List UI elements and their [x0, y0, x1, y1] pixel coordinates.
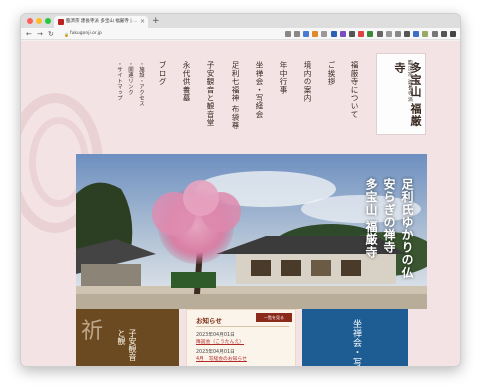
nav-eitai-kuyo[interactable]: 永代供養墓	[181, 61, 192, 102]
news-title: お知らせ	[196, 317, 222, 325]
news-divider	[196, 326, 289, 327]
news-date-2: 2023年04月01日	[196, 350, 235, 355]
back-arrow-icon[interactable]: ←	[26, 29, 32, 39]
subnav-sitemap[interactable]: ・サイトマップ	[115, 61, 123, 101]
kannon-card-char: 祈	[81, 319, 104, 344]
news-link-1[interactable]: 降誕会（こうたんえ）	[196, 338, 244, 345]
tab-bar: 臨済宗 建長寺派 多宝山 福厳寺 | ... × +	[21, 14, 460, 28]
lock-icon: 🔒	[64, 32, 69, 37]
extension-icon[interactable]	[330, 31, 337, 37]
extension-icon[interactable]	[321, 31, 328, 37]
extension-icon[interactable]	[440, 31, 447, 37]
nav-blog[interactable]: ブログ	[157, 61, 168, 86]
nav-events[interactable]: 年中行事	[278, 61, 289, 94]
extension-icon[interactable]	[413, 31, 420, 37]
nav-shichifukujin[interactable]: 足利七福神 布袋尊	[230, 61, 241, 130]
zazen-card-title: 坐禅会・写	[351, 319, 361, 367]
logo-name: 多宝山 福厳寺	[393, 62, 422, 127]
forward-arrow-icon[interactable]: →	[37, 29, 43, 39]
nav-koyasu-kannon[interactable]: 子安観音と観音堂	[205, 61, 216, 127]
new-tab-button[interactable]: +	[152, 15, 160, 27]
reload-icon[interactable]: ↻	[48, 29, 54, 39]
kannon-card-title: 子安観音と観	[117, 329, 137, 361]
extension-icon[interactable]	[339, 31, 346, 37]
hero-caption-line-1: 足利氏ゆかりの仏	[400, 178, 414, 279]
extension-icon[interactable]	[303, 31, 309, 37]
hero-image: 足利氏ゆかりの仏 安らぎの禅寺 多宝山 福厳寺	[76, 154, 427, 309]
hero-caption-line-2: 安らぎの禅寺	[382, 178, 396, 254]
extension-icons	[284, 30, 456, 38]
hero-caption-line-3: 多宝山 福厳寺	[364, 178, 378, 259]
address-bar[interactable]: 🔒 fukugonji.or.jp	[63, 30, 213, 38]
extension-icon[interactable]	[293, 31, 300, 37]
maximize-window-button[interactable]	[45, 18, 51, 24]
site-favicon-icon	[58, 19, 64, 25]
minimize-window-button[interactable]	[36, 18, 42, 24]
subnav-links[interactable]: ・関連リンク	[126, 61, 134, 95]
extension-icon[interactable]	[431, 31, 438, 37]
tab-close-icon[interactable]: ×	[140, 16, 145, 28]
news-more-button[interactable]: 一覧を見る	[256, 313, 292, 322]
extension-icon[interactable]	[348, 31, 355, 37]
nav-zazen[interactable]: 坐禅会・写経会	[254, 61, 265, 118]
extension-icon[interactable]	[284, 31, 291, 37]
nav-about[interactable]: 福厳寺について	[349, 61, 360, 118]
tab-title: 臨済宗 建長寺派 多宝山 福厳寺 | ...	[66, 19, 138, 24]
kannon-card[interactable]: 祈 子安観音と観	[76, 309, 179, 366]
web-page: 臨済宗 建長寺派 多宝山 福厳寺 福厳寺について ご挨拶 境内の案内 年中行事 …	[21, 41, 460, 367]
news-panel: お知らせ 一覧を見る 2023年04月01日 降誕会（こうたんえ） 2023年0…	[186, 309, 296, 366]
extension-icon[interactable]	[312, 31, 319, 37]
subnav-access[interactable]: ・施設・アクセス	[137, 61, 145, 107]
site-logo[interactable]: 臨済宗 建長寺派 多宝山 福厳寺	[376, 53, 426, 135]
close-window-button[interactable]	[27, 18, 33, 24]
extension-icon[interactable]	[367, 31, 374, 37]
extension-icon[interactable]	[385, 31, 392, 37]
browser-window: 臨済宗 建長寺派 多宝山 福厳寺 | ... × + ← → ↻ 🔒 fukug…	[20, 13, 461, 367]
nav-greeting[interactable]: ご挨拶	[326, 61, 337, 86]
news-link-2[interactable]: 4月 写経会のお知らせ	[196, 355, 247, 362]
address-bar-url: fukugonji.or.jp	[70, 31, 102, 36]
browser-toolbar: ← → ↻ 🔒 fukugonji.or.jp	[21, 28, 460, 40]
extension-icon[interactable]	[450, 31, 456, 37]
extension-icon[interactable]	[422, 31, 429, 37]
nav-grounds[interactable]: 境内の案内	[302, 61, 313, 102]
extension-icon[interactable]	[376, 31, 383, 37]
extension-icon[interactable]	[394, 31, 401, 37]
zazen-card[interactable]: 坐禅会・写	[302, 309, 408, 367]
extension-icon[interactable]	[358, 31, 365, 37]
extension-icon[interactable]	[404, 31, 411, 37]
news-date-1: 2023年04月01日	[196, 333, 235, 338]
browser-tab[interactable]: 臨済宗 建長寺派 多宝山 福厳寺 | ... ×	[54, 16, 148, 28]
